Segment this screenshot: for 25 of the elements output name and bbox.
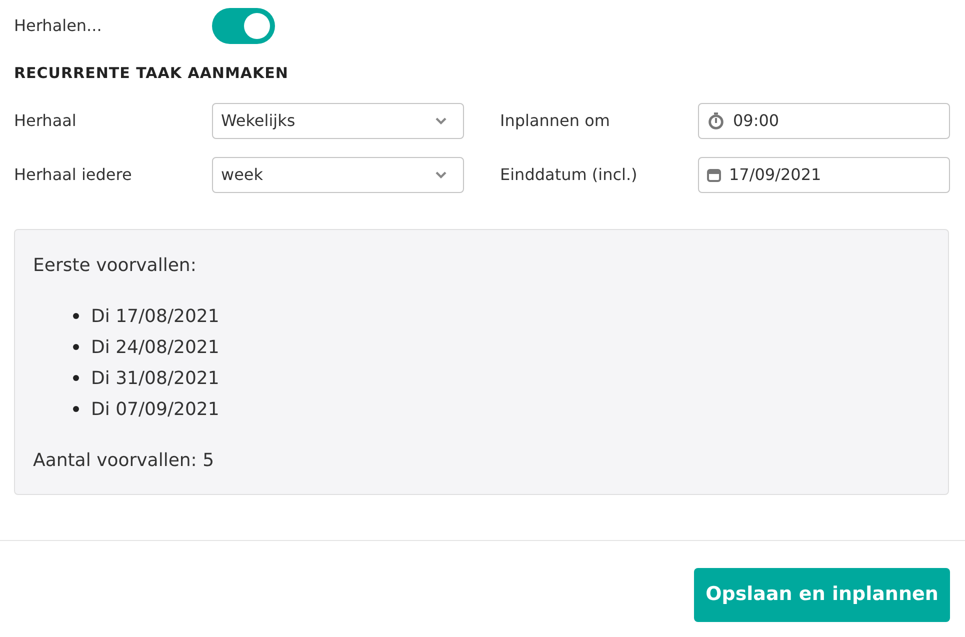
occurrence-date: Di 07/09/2021 xyxy=(91,398,220,422)
input-field[interactable]: 09:00 xyxy=(698,102,950,138)
occurrence-date: Di 31/08/2021 xyxy=(91,366,220,390)
occurrence-date: Di 17/08/2021 xyxy=(91,304,220,328)
bullet-icon xyxy=(73,406,79,412)
bullet-icon xyxy=(73,375,79,381)
chevron-down-icon xyxy=(435,170,447,178)
field-label: Einddatum (incl.) xyxy=(500,164,638,186)
repeat-switch[interactable] xyxy=(212,8,275,44)
field-label: Inplannen om xyxy=(500,110,611,132)
occurrence-count: Aantal voorvallen: 5 xyxy=(33,448,216,472)
stopwatch-icon xyxy=(707,112,725,130)
toggle-label: Herhalen... xyxy=(14,15,103,37)
chevron-down-icon xyxy=(435,116,447,124)
dropdown[interactable]: week xyxy=(212,156,464,192)
field-label: Herhaal xyxy=(14,110,78,132)
input-field[interactable]: 17/09/2021 xyxy=(698,156,950,192)
bullet-icon xyxy=(73,344,79,350)
field-label: Herhaal iedere xyxy=(14,164,133,186)
preview-title: Eerste voorvallen: xyxy=(33,254,198,278)
bullet-icon xyxy=(73,313,79,319)
occurrence-date: Di 24/08/2021 xyxy=(91,336,220,360)
section-heading: RECURRENTE TAAK AANMAKEN xyxy=(14,63,290,84)
dropdown[interactable]: Wekelijks xyxy=(212,102,464,138)
calendar-icon xyxy=(707,168,721,182)
